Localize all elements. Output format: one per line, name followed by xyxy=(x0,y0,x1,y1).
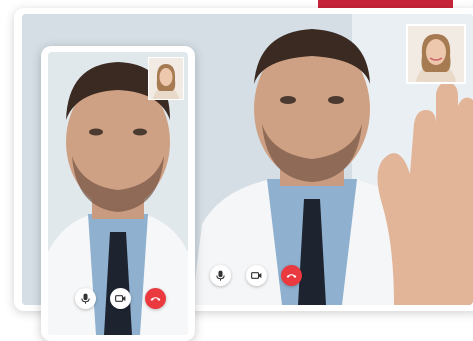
end-call-button[interactable] xyxy=(281,265,302,286)
microphone-icon xyxy=(81,293,90,304)
end-call-icon xyxy=(286,274,297,278)
toggle-video-button[interactable] xyxy=(246,265,267,286)
remote-patient-thumbnail xyxy=(406,24,466,84)
mute-microphone-button-mobile[interactable] xyxy=(75,288,96,309)
mute-microphone-button[interactable] xyxy=(210,265,231,286)
video-camera-icon xyxy=(251,272,262,279)
end-call-icon xyxy=(150,297,161,301)
microphone-icon xyxy=(216,270,225,281)
end-call-button-mobile[interactable] xyxy=(145,288,166,309)
toggle-video-button-mobile[interactable] xyxy=(110,288,131,309)
remote-patient-thumbnail-mobile xyxy=(148,57,184,100)
video-camera-icon xyxy=(115,295,126,302)
mobile-video-call xyxy=(48,52,188,335)
